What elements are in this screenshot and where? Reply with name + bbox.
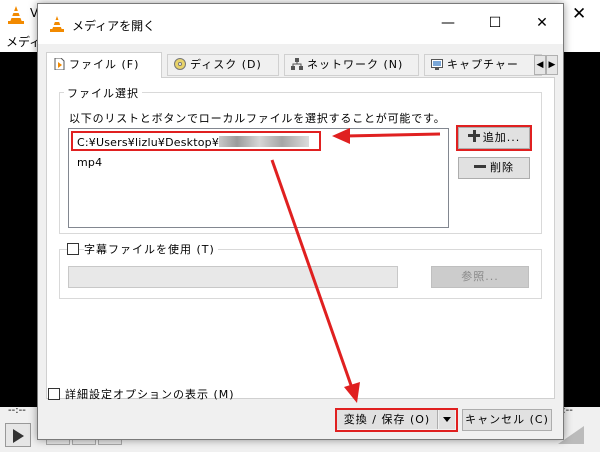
maximize-icon[interactable]: ☐	[485, 13, 505, 33]
minimize-icon[interactable]: —	[438, 13, 458, 33]
plus-icon	[467, 130, 480, 142]
add-file-button[interactable]: 追加...	[456, 125, 532, 151]
file-path-prefix: C:¥Users¥lizlu¥Desktop¥	[77, 136, 220, 149]
remove-file-button[interactable]: 削除	[458, 157, 530, 179]
tab-file-label: ファイル (F)	[69, 58, 140, 71]
file-list-item[interactable]: C:¥Users¥lizlu¥Desktop¥ mp4	[71, 131, 321, 169]
blurred-filename	[219, 136, 310, 147]
tab-scroll-left-icon[interactable]: ◀	[534, 55, 546, 75]
convert-save-split-button: 変換 / 保存 (O)	[335, 408, 458, 432]
convert-save-button[interactable]: 変換 / 保存 (O)	[337, 410, 438, 429]
tab-disc[interactable]: ディスク (D)	[167, 54, 279, 76]
tab-scroll-right-icon[interactable]: ▶	[546, 55, 558, 75]
subtitle-checkbox-label: 字幕ファイルを使用 (T)	[84, 241, 218, 257]
tab-capture[interactable]: キャプチャー	[424, 54, 542, 76]
play-button[interactable]	[5, 423, 31, 447]
tab-capture-label: キャプチャー	[447, 58, 519, 71]
network-icon	[291, 58, 303, 70]
disc-icon	[174, 58, 186, 70]
add-file-label: 追加...	[482, 131, 521, 144]
elapsed-time: --:--	[8, 405, 26, 416]
tab-file[interactable]: ファイル (F)	[46, 52, 162, 78]
file-selection-legend: ファイル選択	[64, 85, 142, 101]
advanced-options-label: 詳細設定オプションの表示 (M)	[65, 388, 235, 401]
chevron-down-icon	[443, 417, 451, 422]
file-path-suffix: mp4	[77, 156, 103, 169]
background-menu-item[interactable]: メディ	[6, 33, 41, 50]
tab-network-label: ネットワーク (N)	[307, 58, 404, 71]
convert-dropdown-button[interactable]	[439, 410, 455, 429]
subtitle-file-input[interactable]	[68, 266, 398, 288]
background-close-icon[interactable]: ✕	[572, 4, 586, 24]
open-media-dialog: メディアを開く — ☐ ✕ ファイル (F) ディスク (D) ネットワーク (…	[37, 3, 564, 440]
file-list[interactable]: C:¥Users¥lizlu¥Desktop¥ mp4	[68, 128, 449, 228]
advanced-options-checkbox[interactable]	[48, 388, 60, 400]
vlc-cone-icon	[50, 16, 64, 32]
file-icon	[54, 58, 65, 70]
minus-icon	[474, 165, 486, 168]
tab-disc-label: ディスク (D)	[190, 58, 262, 71]
subtitle-checkbox[interactable]	[67, 243, 79, 255]
play-icon	[13, 429, 24, 443]
tab-network[interactable]: ネットワーク (N)	[284, 54, 419, 76]
file-selection-info: 以下のリストとボタンでローカルファイルを選択することが可能です。	[69, 112, 446, 125]
close-icon[interactable]: ✕	[532, 13, 552, 33]
browse-subtitle-button[interactable]: 参照...	[431, 266, 529, 288]
vlc-cone-icon	[8, 6, 24, 24]
cancel-button[interactable]: キャンセル (C)	[462, 409, 552, 431]
dialog-titlebar: メディアを開く — ☐ ✕	[38, 4, 563, 44]
dialog-title: メディアを開く	[72, 19, 156, 33]
tab-bar: ファイル (F) ディスク (D) ネットワーク (N) キャプチャー ◀ ▶	[46, 52, 558, 78]
remove-file-label: 削除	[490, 161, 514, 174]
capture-icon	[431, 59, 443, 70]
